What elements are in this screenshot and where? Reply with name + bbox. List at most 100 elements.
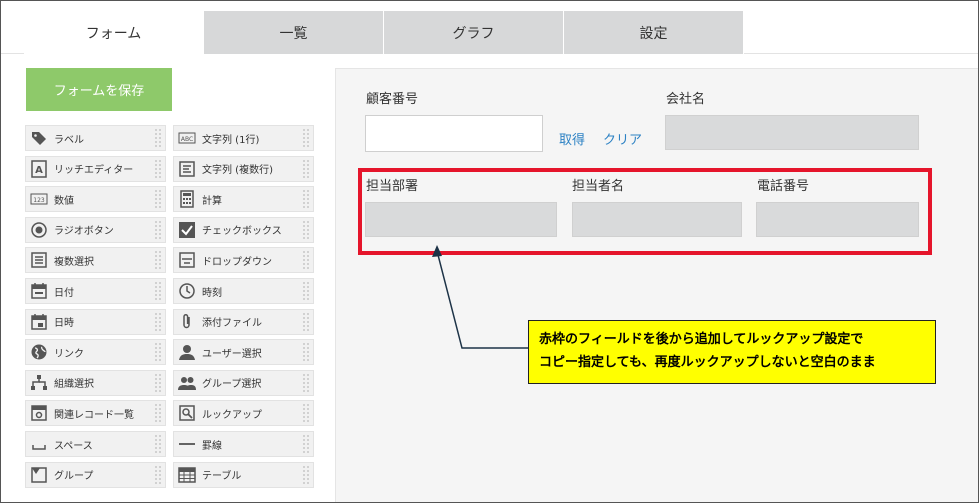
palette-item-label: ドロップダウン <box>202 256 272 268</box>
palette-item[interactable]: 添付ファイル <box>173 308 314 335</box>
person-label: 担当者名 <box>572 179 625 194</box>
palette-item-label: ルックアップ <box>202 409 262 421</box>
company-field <box>665 115 919 150</box>
drag-handle-icon[interactable] <box>155 465 163 486</box>
palette-item[interactable]: 罫線 <box>173 431 314 457</box>
palette-item[interactable]: テーブル <box>173 461 314 488</box>
customer-no-input[interactable] <box>365 115 543 152</box>
drag-handle-icon[interactable] <box>155 282 163 302</box>
person-field <box>572 202 742 237</box>
drag-handle-icon[interactable] <box>155 159 163 180</box>
palette-item-label: 日時 <box>54 318 74 330</box>
palette-item[interactable]: 関連レコード一覧 <box>25 400 166 427</box>
tab-settings[interactable]: 設定 <box>564 11 744 54</box>
palette-item-label: 文字列 (複数行) <box>202 165 273 177</box>
group-folder-icon <box>30 466 48 484</box>
drag-handle-icon[interactable] <box>303 251 311 271</box>
palette-item-label: 計算 <box>202 195 222 207</box>
drag-handle-icon[interactable] <box>303 343 311 363</box>
palette-item-label: 罫線 <box>202 440 222 452</box>
svg-text:A: A <box>35 165 43 176</box>
table-icon <box>178 466 196 484</box>
palette-item-label: スペース <box>54 440 93 452</box>
palette-item[interactable]: 文字列 (複数行) <box>173 155 314 182</box>
lookup-icon <box>178 404 196 422</box>
drag-handle-icon[interactable] <box>155 404 163 424</box>
palette-item-label: リッチエディター <box>54 165 134 177</box>
svg-text:ABC: ABC <box>181 136 193 143</box>
group-icon <box>178 374 196 392</box>
user-icon <box>178 343 196 361</box>
drag-handle-icon[interactable] <box>303 312 311 333</box>
palette-item[interactable]: グループ <box>25 461 166 488</box>
palette-item[interactable]: 複数選択 <box>25 247 166 274</box>
checkbox-icon <box>178 221 196 239</box>
palette-item-label: 時刻 <box>202 287 222 299</box>
palette-item-label: チェックボックス <box>202 226 282 238</box>
drag-handle-icon[interactable] <box>155 435 163 455</box>
palette-item[interactable]: A リッチエディター <box>25 155 166 182</box>
save-form-button[interactable]: フォームを保存 <box>26 68 172 111</box>
drag-handle-icon[interactable] <box>303 465 311 486</box>
drag-handle-icon[interactable] <box>303 435 311 455</box>
palette-item-label: リンク <box>54 348 84 360</box>
drag-handle-icon[interactable] <box>155 129 163 149</box>
drag-handle-icon[interactable] <box>303 404 311 424</box>
palette-item-label: 文字列 (1行) <box>202 134 260 146</box>
palette-item[interactable]: リンク <box>25 339 166 366</box>
palette-item[interactable]: ドロップダウン <box>173 247 314 274</box>
company-label: 会社名 <box>666 92 706 107</box>
palette-item[interactable]: ルックアップ <box>173 400 314 427</box>
palette-item[interactable]: スペース <box>25 431 166 457</box>
svg-text:123: 123 <box>33 197 45 204</box>
palette-item[interactable]: 計算 <box>173 186 314 213</box>
annotation-callout: 赤枠のフィールドを後から追加してルックアップ設定で コピー指定しても、再度ルック… <box>528 320 936 384</box>
drag-handle-icon[interactable] <box>155 220 163 241</box>
palette-item[interactable]: チェックボックス <box>173 216 314 243</box>
clear-link[interactable]: クリア <box>603 129 642 148</box>
calendar-icon <box>30 282 48 300</box>
drag-handle-icon[interactable] <box>303 220 311 241</box>
drag-handle-icon[interactable] <box>155 373 163 394</box>
palette-item-label: グループ <box>54 471 94 483</box>
drag-handle-icon[interactable] <box>155 190 163 210</box>
palette-item-label: 組織選択 <box>54 379 94 391</box>
drag-handle-icon[interactable] <box>303 282 311 302</box>
drag-handle-icon[interactable] <box>155 251 163 271</box>
dropdown-icon <box>178 251 196 269</box>
palette-item[interactable]: 組織選択 <box>25 369 166 396</box>
palette-item[interactable]: ユーザー選択 <box>173 339 314 366</box>
drag-handle-icon[interactable] <box>303 159 311 180</box>
palette-item-label: ユーザー選択 <box>202 348 262 360</box>
tab-graph[interactable]: グラフ <box>384 11 564 54</box>
drag-handle-icon[interactable] <box>155 343 163 363</box>
drag-handle-icon[interactable] <box>303 373 311 394</box>
palette-item[interactable]: 123 数値 <box>25 186 166 213</box>
drag-handle-icon[interactable] <box>155 312 163 333</box>
paperclip-icon <box>178 313 196 331</box>
globe-icon <box>30 343 48 361</box>
palette-item-label: 複数選択 <box>54 256 94 268</box>
palette-item-label: 関連レコード一覧 <box>54 409 134 421</box>
drag-handle-icon[interactable] <box>303 190 311 210</box>
palette-item[interactable]: ラジオボタン <box>25 216 166 243</box>
palette-item[interactable]: ラベル <box>25 125 166 151</box>
app-window: フォーム 一覧 グラフ 設定 フォームを保存 ラベル ABC 文字列 (1行) A リッ… <box>0 0 979 503</box>
palette-item[interactable]: 時刻 <box>173 278 314 304</box>
related-records-icon <box>30 404 48 422</box>
palette-item-label: テーブル <box>202 471 242 483</box>
palette-item-label: グループ選択 <box>202 379 262 391</box>
palette-item[interactable]: ABC 文字列 (1行) <box>173 125 314 151</box>
palette-item-label: ラジオボタン <box>54 226 114 238</box>
tag-icon <box>30 129 48 147</box>
palette-item[interactable]: 日時 <box>25 308 166 335</box>
palette-item[interactable]: グループ選択 <box>173 369 314 396</box>
fetch-link[interactable]: 取得 <box>559 129 585 148</box>
drag-handle-icon[interactable] <box>303 129 311 149</box>
tab-list[interactable]: 一覧 <box>204 11 384 54</box>
annotation-line-1: 赤枠のフィールドを後から追加してルックアップ設定で <box>539 332 864 347</box>
number-123-icon: 123 <box>30 190 48 208</box>
tab-form[interactable]: フォーム <box>24 11 204 54</box>
space-icon <box>30 435 48 453</box>
palette-item[interactable]: 日付 <box>25 278 166 304</box>
